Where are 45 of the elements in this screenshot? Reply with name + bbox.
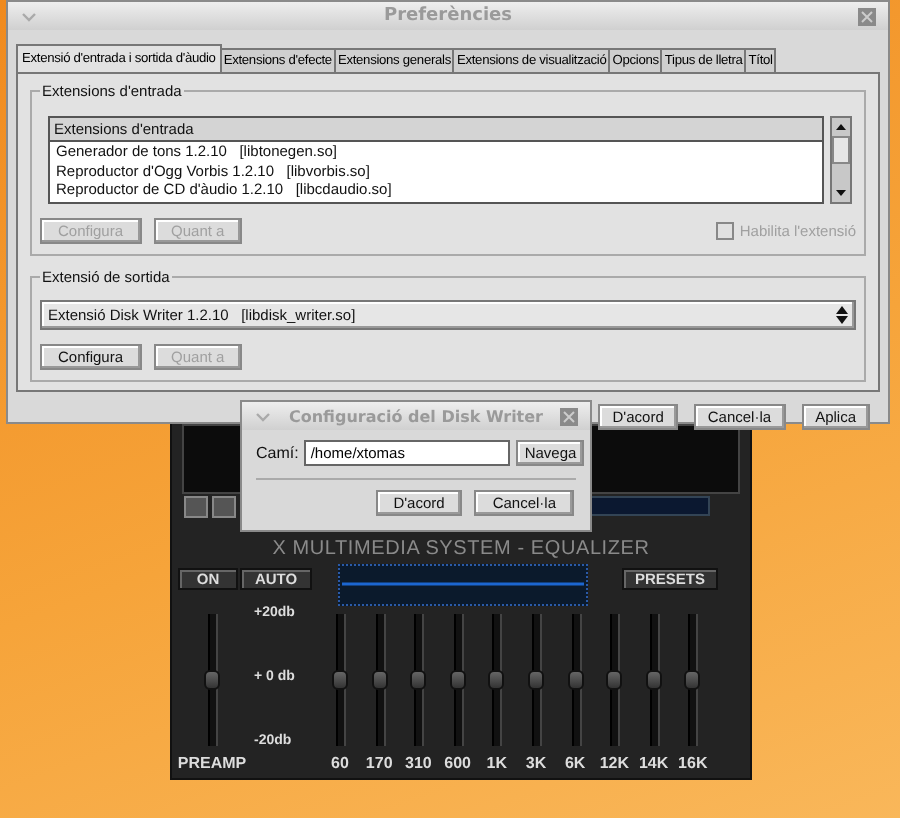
slider-track[interactable] — [336, 614, 346, 746]
band-label: 16K — [678, 754, 708, 772]
slider-thumb[interactable] — [410, 670, 427, 690]
slider-track[interactable] — [414, 614, 425, 746]
close-icon[interactable] — [858, 7, 876, 25]
up-down-arrows-icon[interactable] — [836, 306, 848, 324]
slider-thumb[interactable] — [684, 670, 701, 690]
slider-thumb[interactable] — [204, 670, 220, 690]
chevron-icon[interactable] — [20, 7, 38, 25]
band-label: 600 — [444, 754, 471, 772]
slider-track[interactable] — [571, 614, 582, 746]
close-icon[interactable] — [560, 407, 578, 425]
slider-track[interactable] — [492, 614, 503, 746]
slider-thumb[interactable] — [449, 670, 466, 690]
equalizer-title: X MULTIMEDIA SYSTEM - EQUALIZER — [270, 538, 652, 560]
slider-thumb[interactable] — [488, 670, 505, 690]
slider-track[interactable] — [688, 614, 699, 746]
player-control[interactable] — [184, 496, 208, 518]
band-label: 12K — [599, 754, 630, 772]
dialog-title: Configuració del Disk Writer — [286, 407, 546, 425]
slider-thumb[interactable] — [567, 670, 584, 690]
band-label: 310 — [405, 754, 432, 772]
band-label: 6K — [564, 754, 586, 772]
scrollbar[interactable] — [830, 116, 852, 204]
slider-thumb[interactable] — [371, 670, 388, 690]
field-label: Camí: — [256, 444, 299, 462]
slider-track[interactable] — [610, 614, 621, 746]
band-label: 60 — [331, 754, 349, 772]
band-label: 1K — [486, 754, 507, 772]
slider-thumb[interactable] — [606, 670, 623, 690]
slider-track[interactable] — [453, 614, 464, 746]
player-control[interactable] — [212, 496, 236, 518]
slider-thumb[interactable] — [645, 670, 662, 690]
window-title: Preferències — [382, 6, 514, 26]
chevron-icon[interactable] — [254, 407, 272, 425]
slider-track[interactable] — [532, 614, 542, 746]
slider-thumb[interactable] — [332, 670, 348, 690]
slider-thumb[interactable] — [528, 670, 544, 690]
slider-track[interactable] — [208, 614, 218, 746]
band-label: 3K — [525, 754, 547, 772]
slider-track[interactable] — [649, 614, 660, 746]
slider-track[interactable] — [375, 614, 386, 746]
preamp-label: PREAMP — [177, 754, 247, 772]
band-label: 14K — [638, 754, 669, 772]
band-label: 170 — [365, 754, 393, 772]
